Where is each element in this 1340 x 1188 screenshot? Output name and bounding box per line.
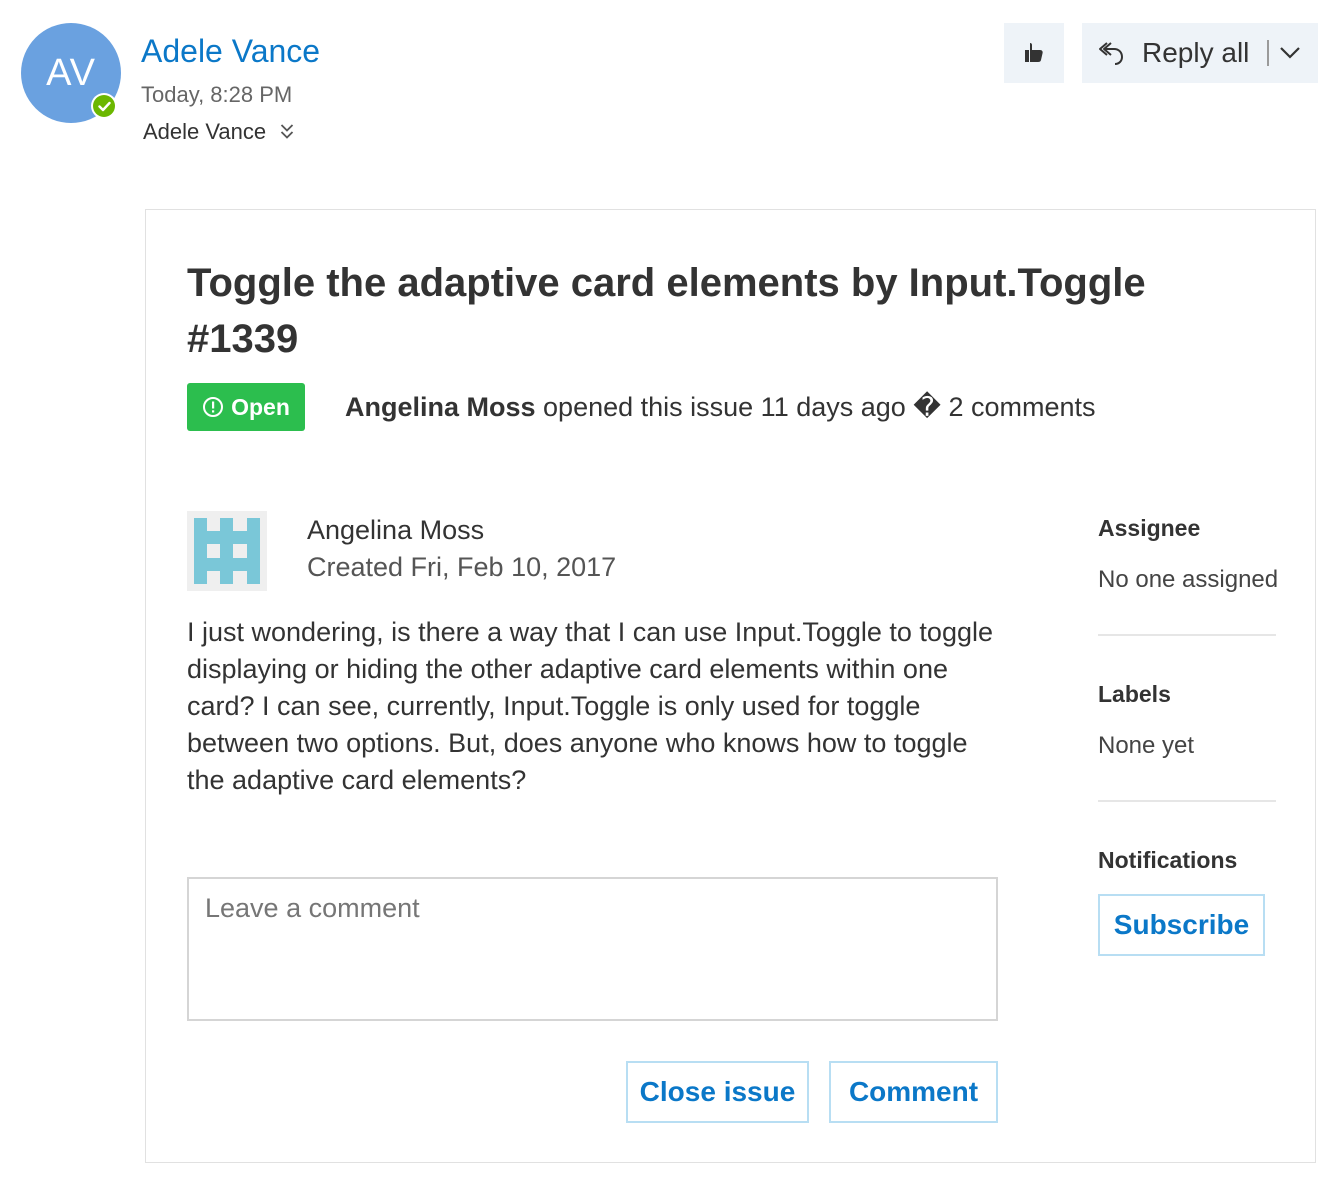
reply-all-icon bbox=[1099, 42, 1124, 65]
sender-name-link[interactable]: Adele Vance bbox=[141, 33, 320, 70]
labels-value: None yet bbox=[1098, 732, 1195, 759]
issue-meta: Angelina Moss opened this issue 11 days … bbox=[345, 392, 1096, 423]
presence-badge bbox=[91, 93, 117, 119]
meta-text: opened this issue 11 days ago � 2 commen… bbox=[535, 392, 1096, 422]
recipient-toggle[interactable]: Adele Vance bbox=[143, 119, 294, 145]
like-button[interactable] bbox=[1004, 23, 1064, 83]
comment-body: I just wondering, is there a way that I … bbox=[187, 617, 993, 795]
sidebar-divider bbox=[1098, 634, 1276, 636]
status-label: Open bbox=[231, 393, 290, 420]
author-avatar bbox=[187, 511, 267, 591]
comment-input[interactable] bbox=[187, 877, 998, 1021]
issue-title: Toggle the adaptive card elements by Inp… bbox=[187, 261, 1146, 361]
comment-button[interactable]: Comment bbox=[829, 1061, 998, 1123]
status-badge: Open bbox=[187, 383, 305, 431]
comment-created-date: Created Fri, Feb 10, 2017 bbox=[307, 552, 617, 582]
presence-check-icon bbox=[93, 95, 115, 117]
avatar-initials: AV bbox=[46, 51, 96, 94]
issue-opened-icon bbox=[203, 397, 224, 417]
recipient-name: Adele Vance bbox=[143, 119, 267, 144]
meta-author: Angelina Moss bbox=[345, 392, 536, 422]
sent-time: Today, 8:28 PM bbox=[141, 82, 293, 107]
chevron-down-icon[interactable] bbox=[1279, 46, 1301, 60]
subscribe-button[interactable]: Subscribe bbox=[1098, 894, 1265, 956]
expand-recipients-icon bbox=[281, 124, 294, 139]
close-issue-button[interactable]: Close issue bbox=[626, 1061, 809, 1123]
assignee-value: No one assigned bbox=[1098, 566, 1279, 593]
notifications-heading: Notifications bbox=[1098, 847, 1238, 873]
reply-all-button[interactable]: Reply all bbox=[1082, 23, 1318, 83]
sidebar-divider bbox=[1098, 800, 1276, 802]
divider bbox=[1267, 40, 1270, 66]
reply-all-label: Reply all bbox=[1142, 37, 1250, 68]
assignee-heading: Assignee bbox=[1098, 515, 1201, 541]
comment-author: Angelina Moss bbox=[307, 515, 485, 545]
like-icon bbox=[1025, 43, 1043, 62]
labels-heading: Labels bbox=[1098, 681, 1171, 707]
